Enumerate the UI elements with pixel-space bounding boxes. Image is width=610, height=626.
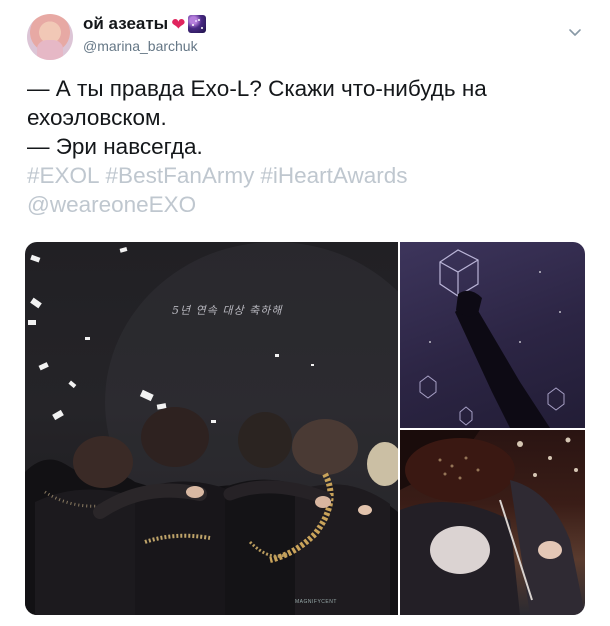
user-handle[interactable]: @marina_barchuk [83,38,198,54]
avatar[interactable] [27,14,73,60]
hashtag-link[interactable]: #iHeartAwards [260,163,407,188]
tweet-line: — А ты правда Exo-L? Скажи что-нибудь на [27,76,487,101]
photo-stage-closeup[interactable] [400,430,585,615]
tweet-text: — А ты правда Exo-L? Скажи что-нибудь на… [27,74,587,219]
hashtag-link[interactable]: #EXOL [27,163,100,188]
tweet-line: ехоэловском. [27,105,167,130]
user-name-row[interactable]: ой азеаты ❤ [83,14,207,34]
mention-link[interactable]: @weareoneEXO [27,192,196,217]
chevron-down-icon[interactable] [567,24,583,40]
hashtag-line: #EXOL #BestFanArmy #iHeartAwards [27,161,587,190]
tweet-line: — Эри навсегда. [27,134,203,159]
photo-caption: 5년 연속 대상 축하해 [172,304,283,317]
media-grid: 5년 연속 대상 축하해 MAGNIFYCENT [25,242,585,615]
red-heart-icon: ❤ [171,14,186,34]
milky-way-icon [188,15,207,33]
mention-line: @weareoneEXO [27,190,587,219]
display-name[interactable]: ой азеаты [83,14,168,34]
photo-lightstick-drawing[interactable] [400,242,585,428]
tweet-card: ой азеаты ❤ @marina_barchuk — А ты правд… [0,0,610,626]
photo-group-hug[interactable]: 5년 연속 대상 축하해 MAGNIFYCENT [25,242,398,615]
photo-watermark: MAGNIFYCENT [295,599,337,605]
hashtag-link[interactable]: #BestFanArmy [106,163,255,188]
